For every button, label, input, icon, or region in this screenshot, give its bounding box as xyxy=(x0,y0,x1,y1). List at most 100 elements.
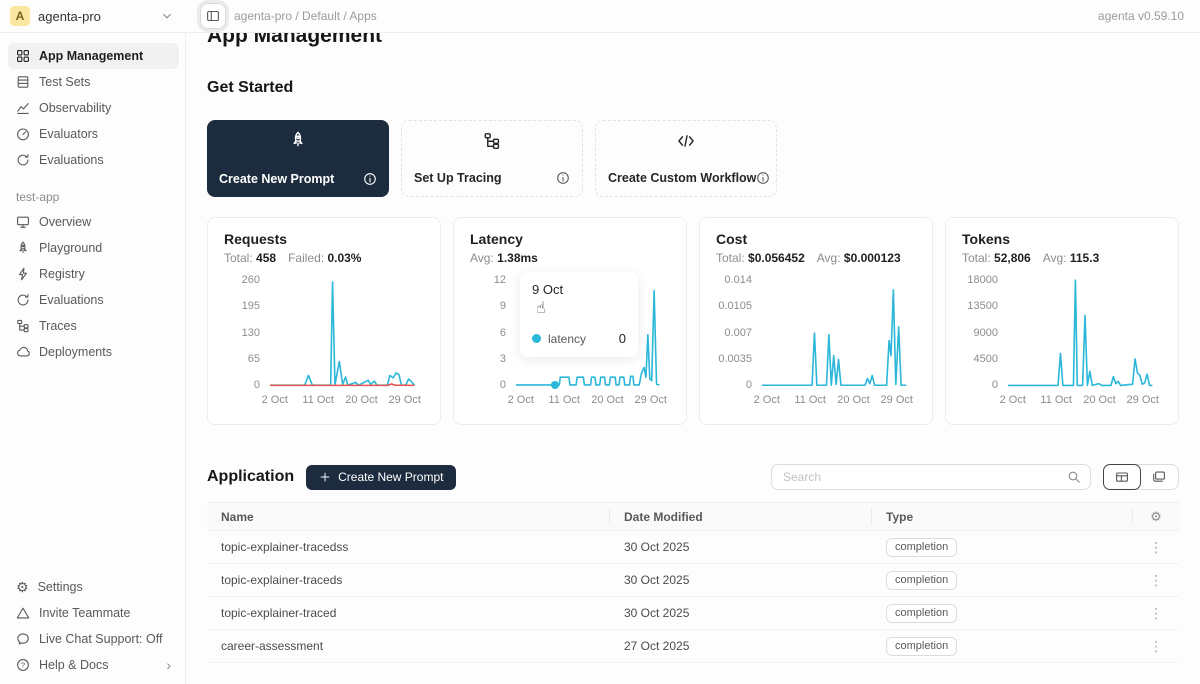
sidebar-app-section-label: test-app xyxy=(16,190,179,204)
app-type: completion xyxy=(872,571,1133,590)
series-tokens xyxy=(1008,280,1152,385)
table-row[interactable]: topic-explainer-traced30 Oct 2025complet… xyxy=(207,597,1179,630)
chart-plot[interactable] xyxy=(1008,280,1162,386)
sidebar-item-help-docs[interactable]: ?Help & Docs› xyxy=(8,652,179,678)
workspace-name: agenta-pro xyxy=(38,9,152,24)
metric-stats: Avg: 1.38ms xyxy=(470,251,670,265)
column-header-date-modified[interactable]: Date Modified xyxy=(610,508,872,525)
metric-card-cost: Cost Total: $0.056452Avg: $0.000123 0.0140… xyxy=(699,217,933,425)
sidebar-item-evaluators[interactable]: Evaluators xyxy=(8,121,179,147)
chart-plot[interactable] xyxy=(762,280,916,386)
table-row[interactable]: career-assessment27 Oct 2025completion⋮ xyxy=(207,630,1179,663)
sidebar-item-app-management[interactable]: App Management xyxy=(8,43,179,69)
y-axis-labels: 0.0140.01050.0070.00350 xyxy=(716,275,762,391)
sidebar-item-evaluations[interactable]: Evaluations xyxy=(8,287,179,313)
metric-title: Requests xyxy=(224,231,424,247)
sidebar-item-label: Playground xyxy=(39,241,102,255)
sidebar-item-label: App Management xyxy=(39,49,143,63)
info-icon[interactable] xyxy=(363,172,377,186)
metric-stat: Failed: 0.03% xyxy=(288,251,361,265)
app-name: topic-explainer-traceds xyxy=(207,573,610,587)
app-date-modified: 27 Oct 2025 xyxy=(610,639,872,653)
sidebar-collapse-button[interactable] xyxy=(200,3,226,29)
sidebar-item-overview[interactable]: Overview xyxy=(8,209,179,235)
chevron-down-icon xyxy=(160,9,174,23)
sidebar-item-traces[interactable]: Traces xyxy=(8,313,179,339)
question-circle-icon: ? xyxy=(16,658,30,672)
sidebar-item-settings[interactable]: ⚙Settings xyxy=(8,574,179,600)
table-row[interactable]: topic-explainer-tracedss30 Oct 2025compl… xyxy=(207,531,1179,564)
kebab-menu-icon[interactable]: ⋮ xyxy=(1145,605,1167,622)
column-header-settings[interactable]: ⚙ xyxy=(1133,508,1179,525)
chart-plot[interactable]: 9 Oct☝latency0 xyxy=(516,280,670,386)
rocket-icon xyxy=(219,131,377,149)
column-header-type[interactable]: Type xyxy=(872,508,1133,525)
app-version: agenta v0.59.10 xyxy=(1098,9,1200,23)
table-row[interactable]: topic-explainer-traceds30 Oct 2025comple… xyxy=(207,564,1179,597)
sidebar-item-label: Evaluators xyxy=(39,127,98,141)
monitor-icon xyxy=(16,215,30,229)
sidebar-item-evaluations[interactable]: Evaluations xyxy=(8,147,179,173)
sidebar-item-label: Evaluations xyxy=(39,293,104,307)
y-axis-labels: 260195130650 xyxy=(224,275,270,391)
sidebar-item-deployments[interactable]: Deployments xyxy=(8,339,179,365)
sidebar-item-label: Help & Docs xyxy=(39,658,108,672)
table-view-button[interactable] xyxy=(1103,464,1141,490)
kebab-menu-icon[interactable]: ⋮ xyxy=(1145,572,1167,589)
get-started-cards: Create New Prompt Set Up Tracing Create … xyxy=(207,120,1179,197)
sidebar-item-label: Evaluations xyxy=(39,153,104,167)
application-heading: Application xyxy=(207,468,294,486)
x-axis-labels: 2 Oct11 Oct20 Oct29 Oct xyxy=(516,394,670,407)
metric-stats: Total: $0.056452Avg: $0.000123 xyxy=(716,251,916,265)
sidebar-bottom-list: ⚙SettingsInvite TeammateLive Chat Suppor… xyxy=(8,574,179,678)
y-axis-labels: 1800013500900045000 xyxy=(962,275,1008,391)
sidebar-item-live-chat-support-off[interactable]: Live Chat Support: Off xyxy=(8,626,179,652)
sidebar-item-observability[interactable]: Observability xyxy=(8,95,179,121)
info-icon[interactable] xyxy=(556,171,570,185)
observability-chart-icon xyxy=(16,101,30,115)
type-badge: completion xyxy=(886,538,957,557)
metric-stats: Total: 52,806Avg: 115.3 xyxy=(962,251,1162,265)
sidebar-item-label: Traces xyxy=(39,319,77,333)
tooltip-date: 9 Oct xyxy=(532,282,626,297)
create-custom-workflow-card[interactable]: Create Custom Workflow xyxy=(595,120,777,197)
plus-icon xyxy=(319,471,331,483)
card-label: Create Custom Workflow xyxy=(608,171,756,185)
sidebar-item-test-sets[interactable]: Test Sets xyxy=(8,69,179,95)
metric-stat: Avg: 1.38ms xyxy=(470,251,538,265)
set-up-tracing-card[interactable]: Set Up Tracing xyxy=(401,120,583,197)
workspace-switcher[interactable]: A agenta-pro xyxy=(0,6,186,26)
application-header: Application Create New Prompt xyxy=(207,464,1179,490)
table-view-icon xyxy=(1115,470,1129,484)
kebab-menu-icon[interactable]: ⋮ xyxy=(1145,638,1167,655)
create-new-prompt-card[interactable]: Create New Prompt xyxy=(207,120,389,197)
view-toggle xyxy=(1103,464,1179,490)
app-type: completion xyxy=(872,538,1133,557)
app-name: career-assessment xyxy=(207,639,610,653)
chart-plot[interactable] xyxy=(270,280,424,386)
metric-card-latency: LatencyAvg: 1.38ms1296309 Oct☝latency02 … xyxy=(453,217,687,425)
metric-stat: Total: $0.056452 xyxy=(716,251,805,265)
main-content: App Management Get Started Create New Pr… xyxy=(186,0,1200,663)
create-new-prompt-button[interactable]: Create New Prompt xyxy=(306,465,456,490)
info-icon[interactable] xyxy=(756,171,770,185)
card-view-button[interactable] xyxy=(1140,465,1178,489)
search-box xyxy=(771,464,1091,490)
series-requests xyxy=(270,282,414,385)
sidebar-item-playground[interactable]: Playground xyxy=(8,235,179,261)
column-header-name[interactable]: Name xyxy=(207,508,610,525)
sidebar-item-invite-teammate[interactable]: Invite Teammate xyxy=(8,600,179,626)
sidebar-item-label: Observability xyxy=(39,101,111,115)
workspace-avatar: A xyxy=(10,6,30,26)
trace-tree-icon xyxy=(16,319,30,333)
svg-text:?: ? xyxy=(21,661,25,670)
card-label: Set Up Tracing xyxy=(414,171,502,185)
search-input[interactable] xyxy=(781,469,1061,485)
grid-icon xyxy=(16,49,30,63)
rocket-icon xyxy=(16,241,30,255)
sidebar-item-label: Registry xyxy=(39,267,85,281)
sidebar-item-registry[interactable]: Registry xyxy=(8,261,179,287)
metric-title: Cost xyxy=(716,231,916,247)
kebab-menu-icon[interactable]: ⋮ xyxy=(1145,539,1167,556)
search-icon[interactable] xyxy=(1067,470,1081,484)
